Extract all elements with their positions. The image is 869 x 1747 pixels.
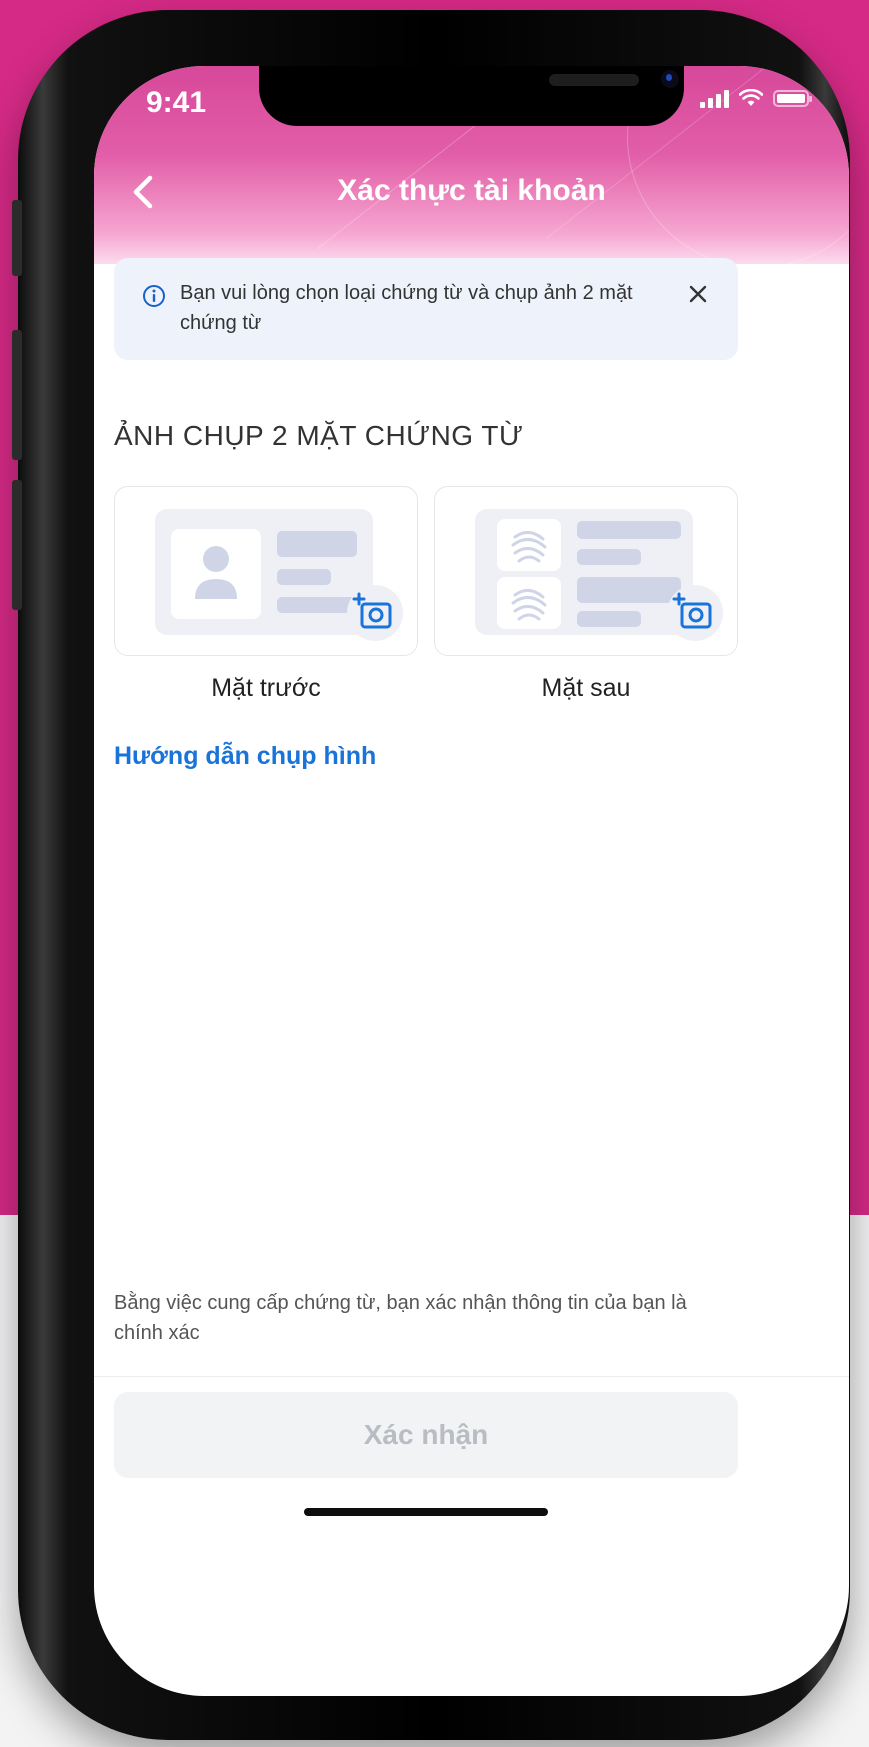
disclaimer-text: Bằng việc cung cấp chứng từ, bạn xác nhậ…: [114, 1292, 687, 1344]
page-title: Xác thực tài khoản: [337, 174, 606, 207]
notch: [259, 66, 684, 126]
speaker: [549, 74, 639, 86]
signal-icon: [700, 88, 729, 108]
mute-switch: [12, 200, 22, 276]
home-indicator: [304, 1508, 548, 1516]
status-icons: [700, 88, 812, 108]
info-icon: [143, 285, 165, 307]
photo-guide-link[interactable]: Hướng dẫn chụp hình: [114, 742, 376, 771]
wifi-icon: [739, 89, 763, 106]
front-camera: [661, 70, 679, 88]
section-title: ẢNH CHỤP 2 MẶT CHỨNG TỪ: [114, 420, 524, 451]
confirm-button[interactable]: Xác nhận: [114, 1392, 738, 1478]
volume-up-button: [12, 330, 22, 460]
front-side-upload-card[interactable]: [114, 486, 418, 656]
info-banner-text: Bạn vui lòng chọn loại chứng từ và chụp …: [180, 282, 633, 334]
back-side-upload-card[interactable]: [434, 486, 738, 656]
phone-screen: 9:41 Xác thực tài khoản Bạn vui lòng chọ…: [94, 66, 849, 1696]
front-side-label: Mặt trước: [211, 674, 321, 702]
info-banner: Bạn vui lòng chọn loại chứng từ và chụp …: [114, 258, 738, 360]
close-icon: [689, 285, 707, 303]
id-card-back-illustration: [475, 509, 723, 641]
volume-down-button: [12, 480, 22, 610]
back-side-label: Mặt sau: [541, 674, 631, 702]
id-card-front-illustration: [155, 509, 403, 641]
phone-frame: 9:41 Xác thực tài khoản Bạn vui lòng chọ…: [12, 10, 850, 1740]
divider: [94, 1376, 849, 1377]
status-time: 9:41: [146, 86, 207, 119]
battery-icon: [773, 89, 812, 107]
close-banner-button[interactable]: [686, 282, 710, 306]
